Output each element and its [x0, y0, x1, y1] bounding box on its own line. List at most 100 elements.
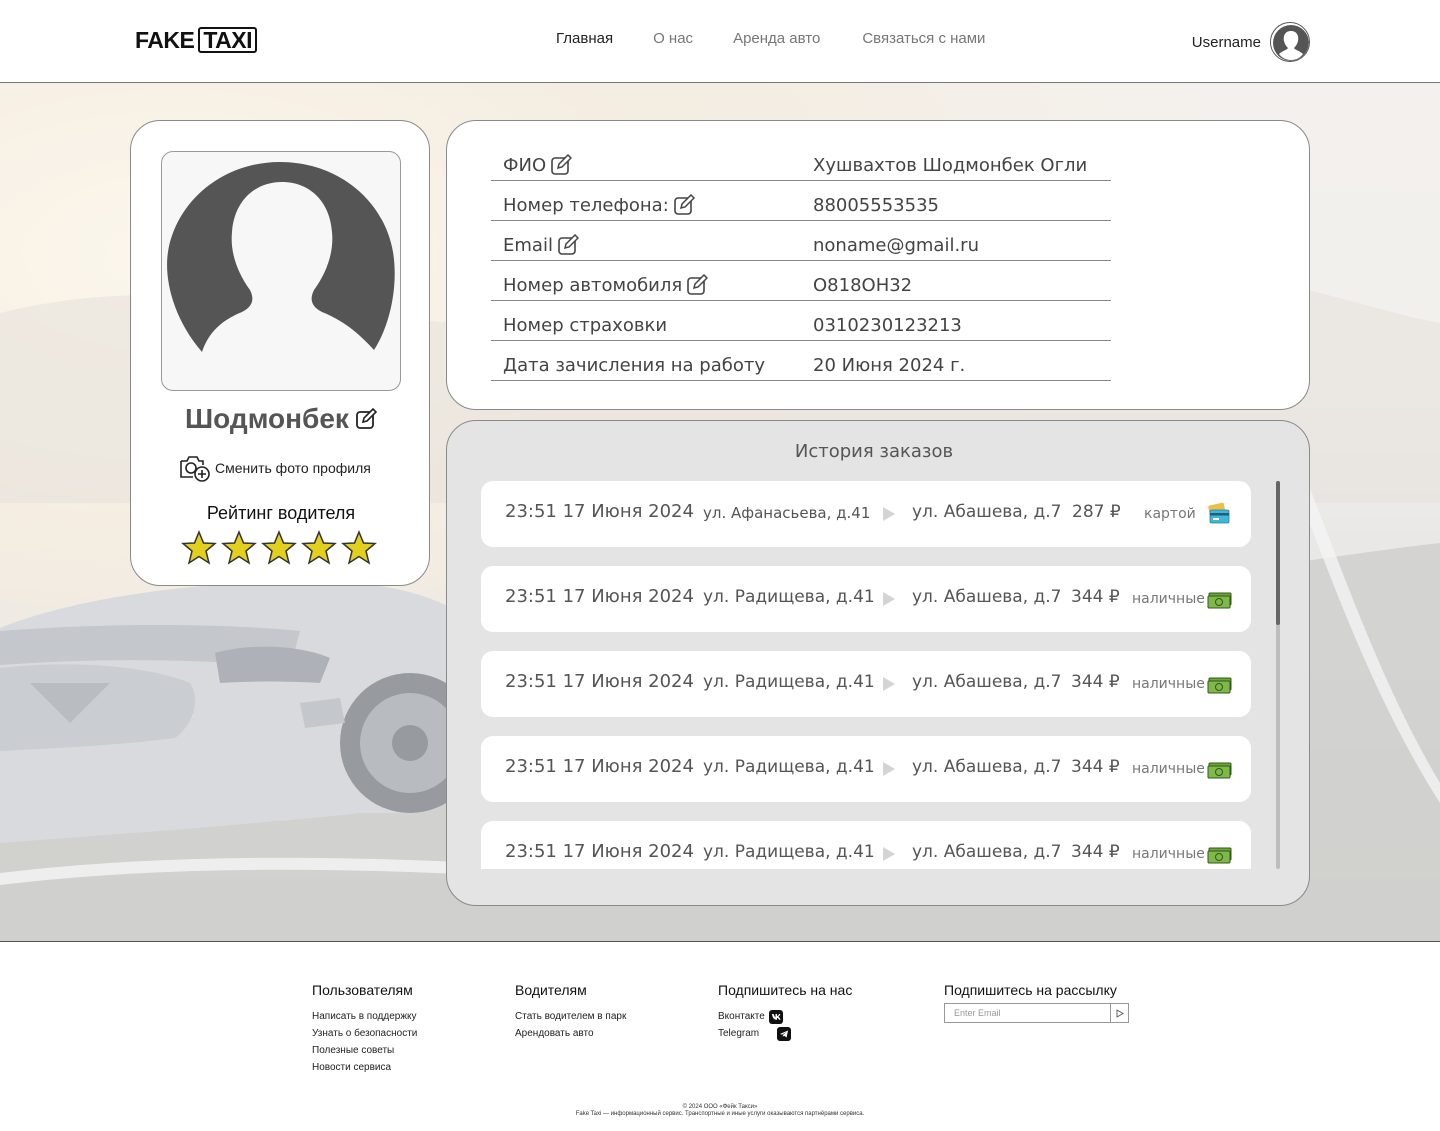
change-photo-button[interactable]: Сменить фото профиля: [179, 453, 371, 483]
footer-social-title: Подпишитесь на нас: [718, 982, 853, 998]
footer-link-news[interactable]: Новости сервиса: [312, 1059, 417, 1076]
star-icon: [181, 530, 217, 565]
newsletter-email-input[interactable]: [945, 1004, 1110, 1022]
avatar[interactable]: [1270, 22, 1310, 62]
site-header: FAKE TAXI Главная О нас Аренда авто Связ…: [0, 0, 1440, 83]
username: Username: [1191, 33, 1261, 51]
order-payment: наличные: [1132, 676, 1205, 692]
edit-icon[interactable]: [355, 408, 377, 430]
order-history-title: История заказов: [794, 441, 954, 462]
order-price: 344 ₽: [1071, 672, 1120, 692]
profile-photo[interactable]: [161, 151, 401, 391]
footer-link-rent-car[interactable]: Арендовать авто: [515, 1025, 626, 1042]
newsletter-submit-button[interactable]: [1110, 1004, 1128, 1022]
logo[interactable]: FAKE TAXI: [135, 26, 258, 54]
info-label: Email: [503, 234, 579, 256]
arrow-right-icon: [883, 592, 895, 606]
edit-icon[interactable]: [557, 234, 579, 256]
edit-icon[interactable]: [550, 154, 573, 176]
star-icon: [301, 530, 337, 565]
star-icon: [261, 530, 297, 565]
footer-link-become-driver[interactable]: Стать водителем в парк: [515, 1008, 626, 1025]
footer-link-tips[interactable]: Полезные советы: [312, 1042, 417, 1059]
order-time: 23:51 17 Июня 2024: [505, 586, 694, 607]
profile-card: Шодмонбек Сменить фото профиля Рейтинг в…: [130, 120, 430, 586]
nav-home[interactable]: Главная: [556, 30, 613, 47]
order-from: ул. Радищева, д.41: [703, 757, 875, 777]
order-price: 344 ₽: [1071, 757, 1120, 777]
info-label: Номер телефона:: [503, 194, 695, 216]
user-avatar-icon: [167, 162, 395, 352]
info-row-fullname: ФИО Хушвахтов Шодмонбек Огли: [491, 141, 1111, 181]
order-list-scrollbar[interactable]: [1276, 481, 1280, 869]
change-photo-label: Сменить фото профиля: [215, 460, 371, 476]
send-arrow-icon: [1116, 1008, 1124, 1018]
order-from: ул. Радищева, д.41: [703, 587, 875, 607]
order-to: ул. Абашева, д.7: [912, 502, 1062, 522]
order-time: 23:51 17 Июня 2024: [505, 671, 694, 692]
order-item[interactable]: 23:51 17 Июня 2024 ул. Афанасьева, д.41 …: [481, 481, 1251, 547]
cash-icon: [1207, 592, 1232, 609]
footer-link-vk[interactable]: Вконтакте: [718, 1008, 852, 1025]
order-item[interactable]: 23:51 17 Июня 2024 ул. Радищева, д.41 ул…: [481, 651, 1251, 717]
order-from: ул. Радищева, д.41: [703, 672, 875, 692]
order-item[interactable]: 23:51 17 Июня 2024 ул. Радищева, д.41 ул…: [481, 736, 1251, 802]
copyright-text: © 2024 ООО «Фейк Такси»: [682, 1104, 758, 1110]
footer-link-support[interactable]: Написать в поддержку: [312, 1008, 417, 1025]
order-payment: наличные: [1132, 761, 1205, 777]
logo-taxi: TAXI: [198, 27, 258, 53]
nav-car-rental[interactable]: Аренда авто: [733, 30, 820, 47]
footer-users-title: Пользователям: [312, 982, 413, 998]
camera-add-icon: [180, 456, 210, 482]
rating-label: Рейтинг водителя: [206, 503, 356, 523]
vk-icon: [768, 1009, 783, 1024]
nav-about[interactable]: О нас: [653, 30, 693, 47]
scrollbar-thumb[interactable]: [1276, 481, 1280, 625]
logo-fake: FAKE: [135, 26, 195, 53]
order-price: 344 ₽: [1071, 842, 1120, 862]
edit-icon[interactable]: [686, 274, 709, 296]
site-footer: Пользователям Написать в поддержку Узнат…: [0, 941, 1440, 1131]
star-icon: [221, 530, 257, 565]
footer-users-column: Пользователям Написать в поддержку Узнат…: [312, 982, 417, 1076]
star-icon: [341, 530, 377, 565]
info-row-phone: Номер телефона: 88005553535: [491, 181, 1111, 221]
info-label: Номер автомобиля: [503, 274, 709, 296]
profile-name: Шодмонбек: [185, 403, 349, 434]
order-list[interactable]: 23:51 17 Июня 2024 ул. Афанасьева, д.41 …: [481, 481, 1251, 869]
order-time: 23:51 17 Июня 2024: [505, 841, 694, 862]
phone-value: 88005553535: [813, 195, 939, 216]
order-price: 344 ₽: [1071, 587, 1120, 607]
rating-stars: [181, 530, 377, 566]
user-menu[interactable]: Username: [1192, 22, 1310, 62]
nav-contact[interactable]: Связаться с нами: [862, 30, 985, 47]
newsletter-form: [944, 1003, 1129, 1023]
cash-icon: [1207, 677, 1232, 694]
info-row-hire-date: Дата зачисления на работу 20 Июня 2024 г…: [491, 341, 1111, 381]
disclaimer-text: Fake Taxi — информационный сервис. Транс…: [575, 1111, 865, 1117]
fullname-label: ФИО: [503, 154, 547, 176]
telegram-icon: [777, 1026, 792, 1041]
order-price: 287 ₽: [1072, 502, 1121, 522]
footer-newsletter-title: Подпишитесь на рассылку: [944, 982, 1117, 998]
email-label: Email: [503, 234, 553, 256]
order-item[interactable]: 23:51 17 Июня 2024 ул. Радищева, д.41 ул…: [481, 566, 1251, 632]
profile-name-row: Шодмонбек: [131, 403, 431, 435]
hire-date-value: 20 Июня 2024 г.: [813, 355, 966, 376]
insurance-label: Номер страховки: [503, 315, 668, 336]
order-to: ул. Абашева, д.7: [912, 587, 1062, 607]
order-item[interactable]: 23:51 17 Июня 2024 ул. Радищева, д.41 ул…: [481, 821, 1251, 869]
info-label: ФИО: [503, 154, 573, 176]
info-row-email: Email noname@gmail.ru: [491, 221, 1111, 261]
fullname-value: Хушвахтов Шодмонбек Огли: [813, 155, 1088, 176]
arrow-right-icon: [883, 507, 895, 521]
footer-link-safety[interactable]: Узнать о безопасности: [312, 1025, 417, 1042]
footer-link-telegram[interactable]: Telegram: [718, 1025, 852, 1042]
order-time: 23:51 17 Июня 2024: [505, 756, 694, 777]
cash-icon: [1207, 847, 1232, 864]
main-nav: Главная О нас Аренда авто Связаться с на…: [556, 30, 1025, 47]
cash-icon: [1207, 762, 1232, 779]
order-to: ул. Абашева, д.7: [912, 672, 1062, 692]
edit-icon[interactable]: [673, 194, 695, 216]
vk-label: Вконтакте: [718, 1011, 765, 1022]
